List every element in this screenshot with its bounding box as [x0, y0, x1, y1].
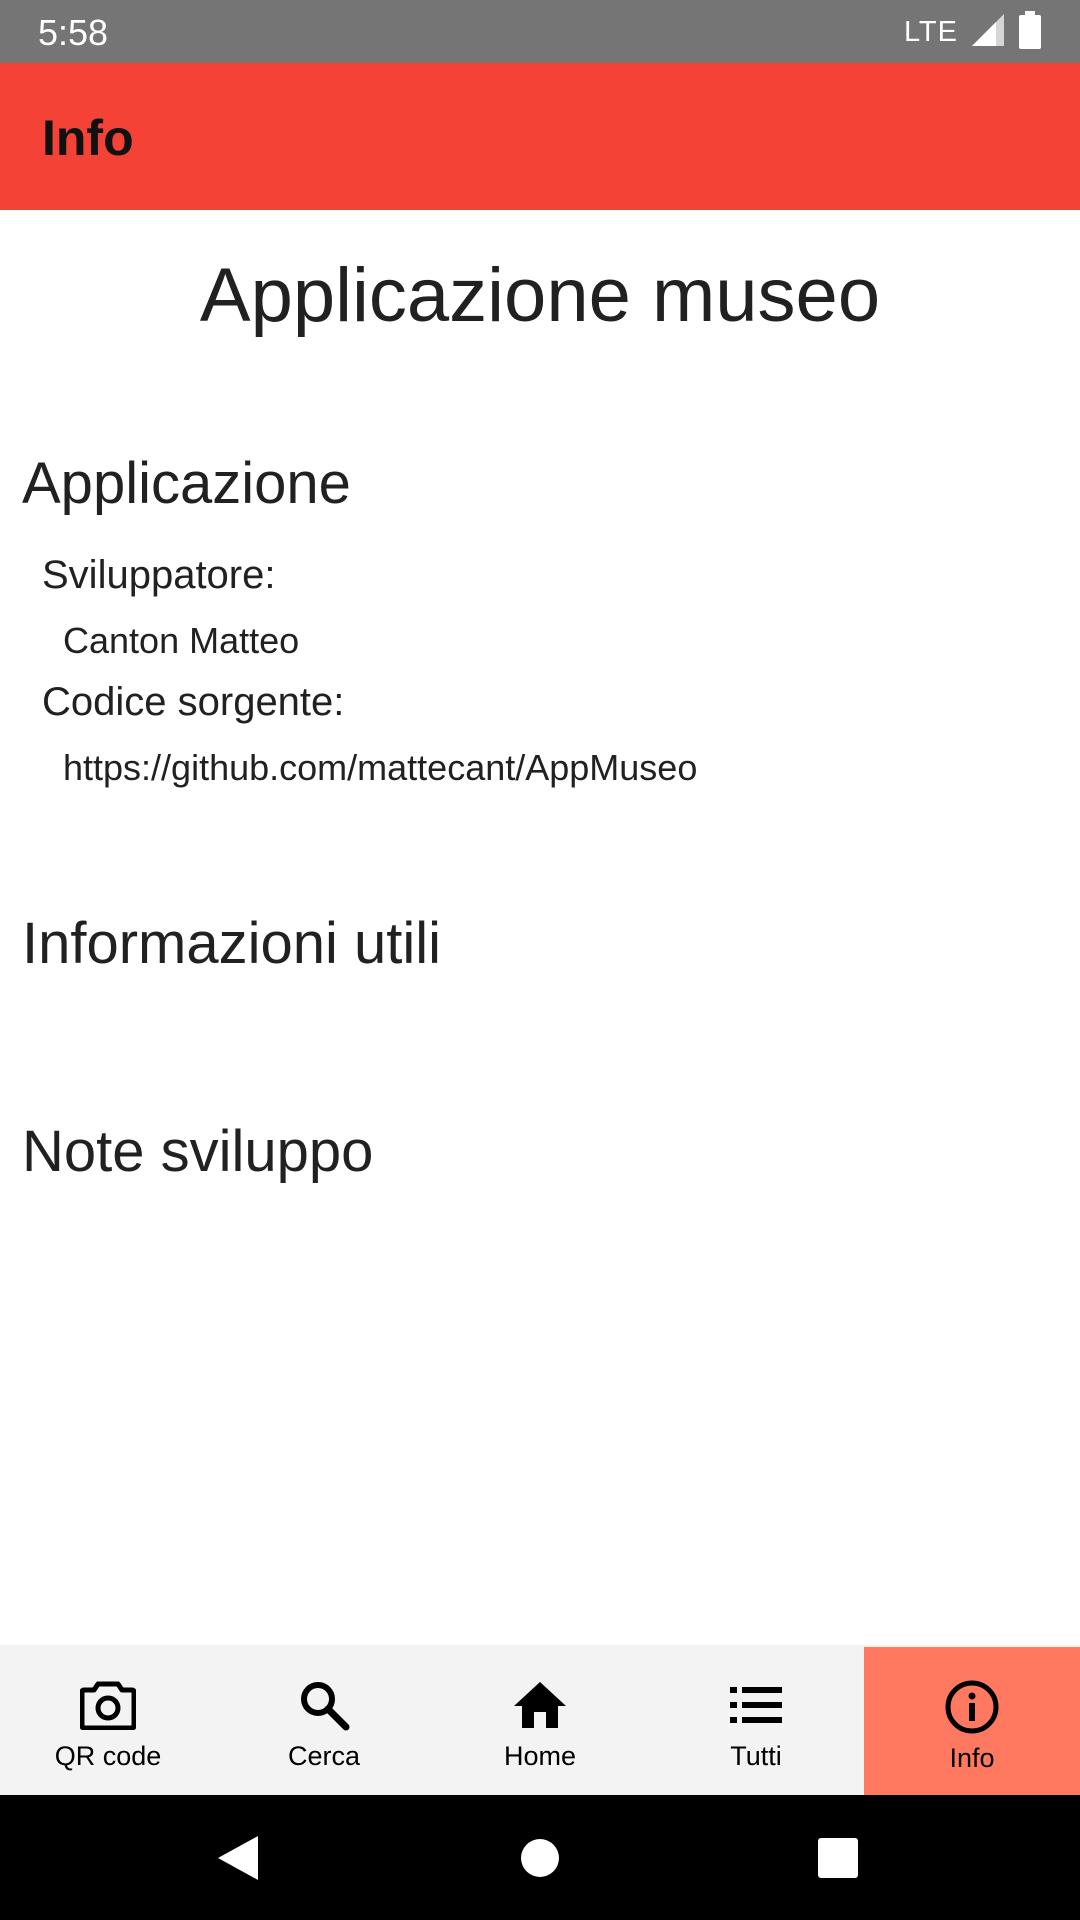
back-icon[interactable]	[210, 1830, 266, 1886]
battery-icon	[1018, 10, 1042, 54]
nav-label: Tutti	[730, 1741, 782, 1771]
nav-item-cerca[interactable]: Cerca	[216, 1645, 432, 1795]
nav-label: QR code	[54, 1741, 162, 1771]
nav-item-home[interactable]: Home	[432, 1645, 648, 1795]
nav-label: Cerca	[287, 1741, 361, 1771]
section-heading-informazioni-utili: Informazioni utili	[22, 911, 442, 976]
developer-value: Canton Matteo	[63, 620, 300, 661]
search-icon	[294, 1675, 354, 1735]
system-navigation-bar	[0, 1795, 1080, 1920]
nav-label: Info	[949, 1743, 995, 1773]
status-bar: 5:58 LTE	[0, 0, 1080, 63]
app-bar: Info	[0, 63, 1080, 210]
home-circle-icon[interactable]	[512, 1830, 568, 1886]
nav-item-tutti[interactable]: Tutti	[648, 1645, 864, 1795]
signal-icon	[970, 12, 1006, 53]
source-code-label: Codice sorgente:	[42, 680, 345, 724]
section-heading-note-sviluppo: Note sviluppo	[22, 1119, 374, 1184]
camera-icon	[78, 1675, 138, 1735]
home-icon	[510, 1675, 570, 1735]
recents-icon[interactable]	[810, 1830, 866, 1886]
info-icon	[942, 1677, 1002, 1737]
status-icons: LTE	[903, 10, 1042, 54]
nav-label: Home	[503, 1741, 577, 1771]
network-type: LTE	[903, 15, 958, 48]
nav-item-info[interactable]: Info	[864, 1647, 1080, 1795]
page-title: Applicazione museo	[199, 253, 881, 338]
developer-label: Sviluppatore:	[42, 553, 276, 597]
info-content: Applicazione museo Applicazione Sviluppa…	[0, 210, 1080, 1645]
section-heading-applicazione: Applicazione	[22, 451, 351, 516]
app-bar-title: Info	[42, 110, 134, 166]
source-code-link[interactable]: https://github.com/mattecant/AppMuseo	[63, 747, 697, 789]
list-icon	[726, 1675, 786, 1735]
bottom-navigation: QR code Cerca Home Tutti Info	[0, 1645, 1080, 1795]
status-time: 5:58	[38, 12, 109, 53]
nav-item-qr-code[interactable]: QR code	[0, 1645, 216, 1795]
